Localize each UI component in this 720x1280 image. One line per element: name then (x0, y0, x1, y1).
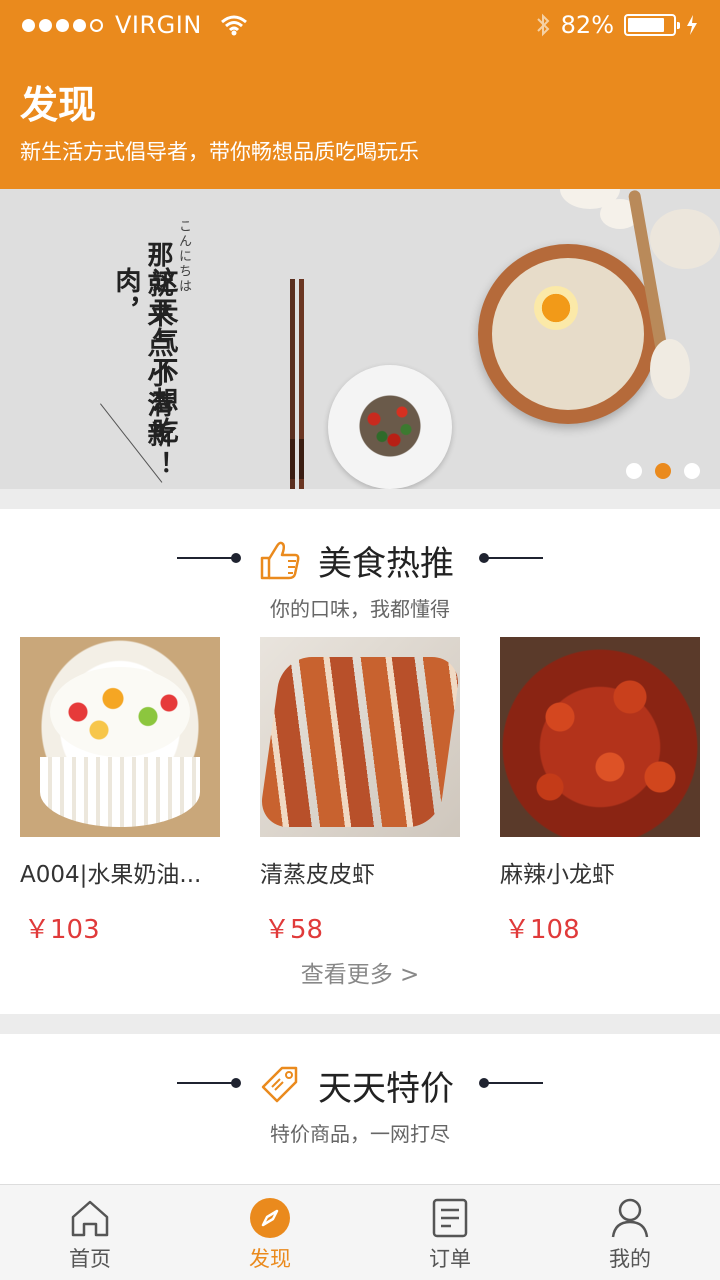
bluetooth-icon (536, 13, 550, 37)
tab-label: 订单 (429, 1247, 471, 1271)
daily-deals-section: 天天特价 特价商品，一网打尽 (0, 1034, 720, 1184)
spoon-flour-image (650, 339, 690, 399)
flour-pile-image (650, 209, 720, 269)
tab-discover[interactable]: 发现 (180, 1185, 360, 1280)
home-icon (71, 1200, 109, 1237)
flour-bowl-image (478, 244, 658, 424)
carrier-name: VIRGIN (115, 11, 202, 39)
section-subtitle: 你的口味，我都懂得 (270, 597, 450, 621)
header: VIRGIN 82% 发现 新生活方式倡导者，带你畅想品质吃喝玩乐 (0, 0, 720, 189)
product-price: ￥103 (24, 915, 100, 945)
product-card[interactable]: A004|水果奶油... ￥103 (20, 637, 220, 946)
signal-strength-icon (22, 18, 103, 32)
order-icon (432, 1198, 468, 1238)
header-line-right (479, 553, 543, 563)
tab-bar: 首页 发现 订单 我的 (0, 1184, 720, 1280)
chopsticks-image (290, 279, 304, 489)
tab-orders[interactable]: 订单 (360, 1185, 540, 1280)
section-header: 天天特价 (0, 1059, 720, 1109)
tab-home[interactable]: 首页 (0, 1185, 180, 1280)
page-title: 发现 (20, 83, 97, 127)
section-header: 美食热推 (0, 534, 720, 584)
see-more-link[interactable]: 查看更多 > (0, 955, 720, 989)
pager-dot-active[interactable] (655, 463, 671, 479)
page-subtitle: 新生活方式倡导者，带你畅想品质吃喝玩乐 (20, 140, 419, 164)
hot-food-section: 美食热推 你的口味，我都懂得 A004|水果奶油... ￥103 清蒸皮皮虾 ￥… (0, 509, 720, 1014)
price-tag-icon (261, 1066, 298, 1103)
banner-pager[interactable] (626, 463, 700, 479)
salad-plate-image (328, 365, 452, 489)
product-list: A004|水果奶油... ￥103 清蒸皮皮虾 ￥58 麻辣小龙虾 ￥108 (20, 637, 700, 946)
product-card[interactable]: 清蒸皮皮虾 ￥58 (260, 637, 460, 946)
status-bar: VIRGIN 82% (0, 0, 720, 50)
header-line-right (479, 1078, 543, 1088)
product-name[interactable]: 麻辣小龙虾 (500, 855, 700, 889)
tab-profile[interactable]: 我的 (540, 1185, 720, 1280)
product-name[interactable]: 清蒸皮皮虾 (260, 855, 460, 889)
section-subtitle: 特价商品，一网打尽 (270, 1122, 450, 1146)
product-name[interactable]: A004|水果奶油... (20, 855, 220, 889)
tab-label: 我的 (609, 1247, 651, 1271)
product-image-cake[interactable] (20, 637, 220, 837)
product-card[interactable]: 麻辣小龙虾 ￥108 (500, 637, 700, 946)
product-price: ￥108 (504, 915, 580, 945)
wifi-icon (220, 15, 247, 36)
product-price: ￥58 (264, 915, 324, 945)
section-title: 美食热推 (318, 544, 454, 584)
tab-label: 首页 (69, 1247, 111, 1271)
banner-line-2: 这天气不想吃肉， (111, 267, 178, 447)
user-icon (611, 1198, 649, 1238)
battery-icon (624, 14, 680, 36)
product-image-mantis-shrimp[interactable] (260, 637, 460, 837)
section-title: 天天特价 (318, 1069, 454, 1109)
product-image-crayfish[interactable] (500, 637, 700, 837)
pager-dot[interactable] (626, 463, 642, 479)
thumbs-up-icon (260, 541, 300, 580)
battery-percent: 82% (560, 11, 614, 39)
promo-banner[interactable]: こんにちは 那就来点小清新！ 这天气不想吃肉， (0, 189, 720, 489)
header-line-left (177, 553, 241, 563)
pager-dot[interactable] (684, 463, 700, 479)
tab-label: 发现 (249, 1247, 291, 1271)
charging-icon (687, 15, 697, 35)
header-line-left (177, 1078, 241, 1088)
compass-icon (250, 1198, 290, 1238)
